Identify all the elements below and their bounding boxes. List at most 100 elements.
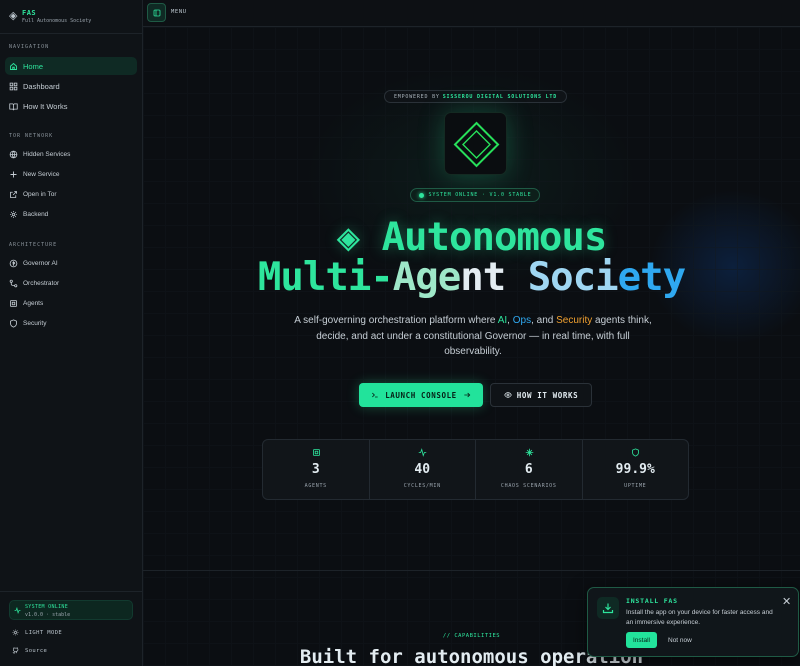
desc-security: Security	[556, 315, 593, 326]
empowered-company: SISSEROU DIGITAL SOLUTIONS LTD	[442, 93, 558, 100]
system-status-version: v1.0.0 · stable	[25, 612, 71, 618]
desc-text: , and	[531, 315, 557, 326]
sparkle-icon	[525, 448, 533, 457]
hero-title-part: Age	[392, 255, 461, 300]
gear-icon	[10, 210, 17, 218]
brand-subtitle: Full Autonomous Society	[22, 18, 92, 24]
empowered-by-badge: EMPOWERED BY SISSEROU DIGITAL SOLUTIONS …	[384, 90, 567, 103]
sidebar-item-label: Home	[23, 61, 44, 71]
workflow-icon	[9, 279, 18, 287]
not-now-button[interactable]: Not now	[668, 637, 692, 644]
sidebar-item-governor-ai[interactable]: Governor AI	[5, 254, 137, 272]
section-title-navigation: NAVIGATION	[9, 44, 50, 50]
section-title-tor-network: TOR NETWORK	[9, 133, 54, 139]
menu-label: MENU	[171, 9, 187, 15]
sidebar-item-label: Orchestrator	[23, 279, 60, 287]
sidebar-item-new-service[interactable]: New Service	[5, 165, 137, 183]
hero-title-part: Soci	[527, 255, 619, 300]
hero-title-part: Multi-	[257, 255, 394, 300]
hero-logo	[444, 112, 507, 175]
sidebar-item-label: Hidden Services	[23, 150, 71, 158]
terminal-icon	[372, 392, 378, 398]
stat-chaos-scenarios: 6 CHAOS SCENARIOS	[476, 440, 583, 499]
hero-title-line-2: Multi-Agent Society	[143, 255, 800, 300]
sidebar-item-how-it-works[interactable]: How It Works	[5, 97, 137, 115]
hero-title-line-1: ◈ Autonomous	[336, 215, 608, 260]
system-status-text: SYSTEM ONLINE · V1.0 STABLE	[428, 192, 532, 198]
sidebar-item-label: Security	[23, 319, 47, 327]
desc-ops: Ops	[512, 315, 532, 326]
status-dot	[418, 192, 424, 198]
download-icon-box	[597, 597, 619, 619]
book-icon	[9, 102, 18, 110]
system-status-pill: SYSTEM ONLINE · V1.0 STABLE	[410, 188, 540, 202]
topbar: MENU	[143, 0, 800, 27]
launch-console-label: LAUNCH CONSOLE	[385, 390, 457, 400]
diamond-icon: ◈	[9, 10, 18, 22]
install-button[interactable]: Install	[626, 632, 657, 648]
download-icon	[602, 603, 614, 614]
globe-icon	[9, 150, 18, 158]
stat-agents: 3 AGENTS	[263, 440, 370, 499]
sidebar-item-label: How It Works	[23, 101, 68, 111]
sidebar-item-hidden-services[interactable]: Hidden Services	[5, 145, 137, 163]
stat-label: UPTIME	[624, 483, 647, 489]
section-divider	[143, 570, 800, 571]
sidebar-item-security[interactable]: Security	[5, 314, 137, 332]
stat-value: 6	[524, 462, 533, 477]
stat-label: CYCLES/MIN	[403, 483, 441, 489]
how-it-works-button[interactable]: HOW IT WORKS	[490, 383, 592, 407]
sidebar-item-open-in-tor[interactable]: Open in Tor	[5, 185, 137, 203]
sidebar-item-backend[interactable]: Backend	[5, 205, 137, 223]
hero-section: EMPOWERED BY SISSEROU DIGITAL SOLUTIONS …	[143, 27, 800, 666]
sidebar-divider	[0, 591, 143, 592]
how-it-works-label: HOW IT WORKS	[516, 390, 579, 400]
sun-icon	[12, 629, 19, 636]
sidebar-item-label: New Service	[23, 170, 60, 178]
stat-cycles: 40 CYCLES/MIN	[370, 440, 476, 499]
plus-icon	[10, 171, 17, 177]
cpu-icon	[10, 299, 17, 307]
governor-icon	[9, 259, 18, 267]
sidebar-item-orchestrator[interactable]: Orchestrator	[5, 274, 137, 292]
sidebar-item-dashboard[interactable]: Dashboard	[5, 77, 137, 95]
shield-icon	[632, 448, 640, 457]
sidebar-item-label: Dashboard	[23, 81, 60, 91]
launch-console-button[interactable]: LAUNCH CONSOLE	[359, 383, 483, 407]
home-icon	[10, 62, 17, 70]
external-link-icon	[10, 190, 17, 198]
brand-name: FAS	[22, 9, 37, 17]
brand[interactable]: ◈ FAS Full Autonomous Society	[0, 0, 143, 34]
source-link[interactable]: Source	[12, 647, 47, 654]
desc-text: A self-governing orchestration platform …	[294, 315, 498, 326]
sidebar-item-home[interactable]: Home	[5, 57, 137, 75]
desc-ai: AI	[497, 315, 508, 326]
install-toast-body: Install the app on your device for faste…	[626, 609, 773, 626]
sidebar: ◈ FAS Full Autonomous Society NAVIGATION…	[0, 0, 143, 666]
eye-icon	[504, 392, 512, 398]
stat-label: AGENTS	[304, 483, 327, 489]
system-status-card: SYSTEM ONLINE v1.0.0 · stable	[9, 600, 133, 620]
arrow-right-icon	[464, 392, 471, 398]
stat-value: 99.9%	[615, 462, 655, 477]
sidebar-item-label: Open in Tor	[23, 190, 57, 198]
section-title-architecture: ARCHITECTURE	[9, 242, 58, 248]
install-toast: INSTALL FAS Install the app on your devi…	[587, 587, 799, 657]
empowered-prefix: EMPOWERED BY	[393, 93, 440, 100]
close-icon[interactable]: ✕	[782, 595, 791, 608]
stat-value: 40	[414, 462, 431, 477]
light-mode-toggle[interactable]: LIGHT MODE	[12, 629, 62, 636]
stat-label: CHAOS SCENARIOS	[500, 483, 557, 489]
sidebar-item-label: Backend	[23, 210, 49, 218]
stats-panel: 3 AGENTS 40 CYCLES/MIN 6 CHAOS SCENARIOS…	[262, 439, 689, 500]
sidebar-toggle-button[interactable]	[147, 3, 166, 22]
sidebar-item-label: Agents	[23, 299, 44, 307]
source-label: Source	[25, 647, 48, 654]
sidebar-panel-icon	[153, 9, 161, 17]
system-status-title: SYSTEM ONLINE	[25, 604, 69, 610]
grid-icon	[9, 82, 18, 90]
sidebar-item-agents[interactable]: Agents	[5, 294, 137, 312]
shield-icon	[10, 318, 17, 328]
hero-description: A self-governing orchestration platform …	[291, 313, 655, 360]
stat-value: 3	[311, 462, 320, 477]
